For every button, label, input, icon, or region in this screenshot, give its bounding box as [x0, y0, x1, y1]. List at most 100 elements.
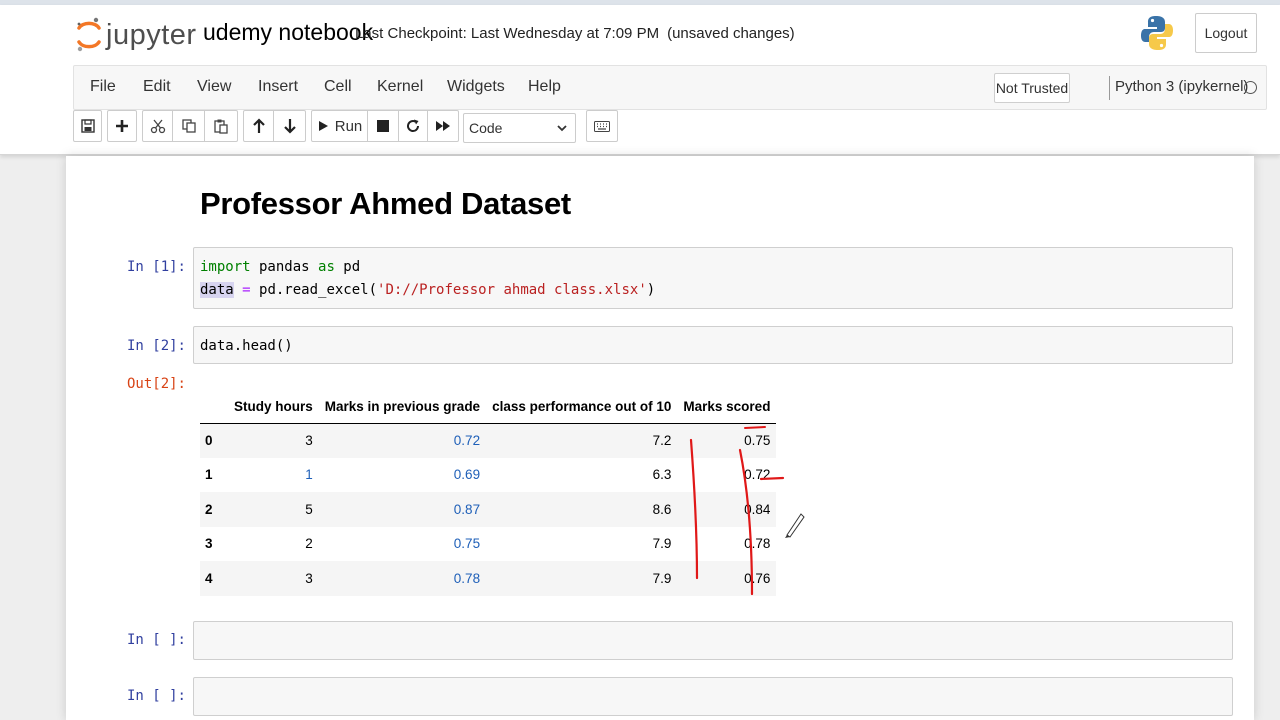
cell-2-prompt: In [2]:: [126, 338, 186, 354]
cell-4-code-input[interactable]: [193, 677, 1233, 716]
index-header: [200, 391, 228, 424]
keyword-import: import: [200, 259, 251, 275]
table-cell: 3: [305, 570, 313, 586]
menu-file[interactable]: File: [90, 78, 116, 96]
cell-type-value: Code: [469, 120, 503, 136]
run-button[interactable]: Run: [311, 110, 368, 142]
keyboard-icon: [594, 120, 610, 132]
plus-icon: [116, 120, 128, 132]
logout-button[interactable]: Logout: [1195, 13, 1257, 53]
menu-cell[interactable]: Cell: [324, 78, 352, 96]
row-index: 1: [205, 467, 213, 483]
table-cell: 0.78: [744, 536, 771, 552]
menu-help[interactable]: Help: [528, 78, 561, 96]
menubar: File Edit View Insert Cell Kernel Widget…: [73, 65, 1267, 110]
menu-insert[interactable]: Insert: [258, 78, 298, 96]
chevron-down-icon: [557, 125, 567, 132]
kernel-idle-indicator-icon: [1244, 81, 1257, 94]
assign-operator: =: [233, 282, 260, 298]
notebook-name[interactable]: udemy notebook: [203, 19, 373, 46]
cell-3-code-input[interactable]: [193, 621, 1233, 660]
column-header: Study hours: [228, 391, 319, 424]
column-header: class performance out of 10: [486, 391, 678, 424]
cell-4-prompt: In [ ]:: [126, 688, 186, 704]
cell-2-output-prompt: Out[2]:: [126, 376, 186, 392]
run-icon: [318, 121, 328, 131]
table-cell: 2: [305, 536, 313, 552]
arrow-down-icon: [283, 119, 296, 134]
row-index: 0: [205, 433, 213, 448]
save-icon: [80, 119, 95, 133]
column-header: Marks in previous grade: [318, 391, 487, 424]
jupyter-logo-icon: [77, 17, 101, 52]
call-close: ): [646, 282, 656, 298]
column-header: Marks scored: [677, 391, 777, 424]
dataframe-output-table: Study hours Marks in previous grade clas…: [200, 391, 777, 596]
menu-edit[interactable]: Edit: [143, 78, 171, 96]
variable-data: data: [200, 282, 234, 298]
move-down-button[interactable]: [274, 110, 306, 142]
cell-1-prompt: In [1]:: [126, 259, 186, 275]
table-cell: 7.9: [652, 536, 672, 552]
save-button[interactable]: [73, 110, 102, 142]
checkpoint-status: Last Checkpoint: Last Wednesday at 7:09 …: [355, 25, 795, 42]
code-line-1: import pandas as pd: [200, 256, 1232, 279]
move-up-button[interactable]: [243, 110, 274, 142]
run-label: Run: [334, 117, 363, 135]
cut-button[interactable]: [142, 110, 173, 142]
restart-icon: [407, 119, 420, 132]
unsaved-changes-text: (unsaved changes): [667, 25, 795, 42]
copy-button[interactable]: [173, 110, 205, 142]
menu-kernel[interactable]: Kernel: [377, 78, 423, 96]
table-row: 2 5 0.87 8.6 0.84: [200, 492, 777, 527]
arrow-up-icon: [252, 118, 265, 133]
restart-run-all-button[interactable]: [428, 110, 459, 142]
cut-icon: [150, 119, 165, 134]
insert-cell-button[interactable]: [107, 110, 137, 142]
interrupt-button[interactable]: [368, 110, 399, 142]
cell-3-prompt: In [ ]:: [126, 632, 186, 648]
table-cell: 0.72: [453, 433, 481, 448]
table-cell: 5: [305, 501, 313, 517]
table-cell: 6.3: [652, 467, 672, 483]
command-palette-button[interactable]: [586, 110, 618, 142]
table-cell: 3: [305, 433, 313, 448]
table-cell: 0.69: [453, 467, 481, 483]
code-line-2: data = pd.read_excel('D://Professor ahma…: [200, 279, 1232, 302]
not-trusted-button[interactable]: Not Trusted: [994, 73, 1070, 103]
jupyter-logo[interactable]: jupyter: [76, 15, 197, 55]
table-cell: 0.84: [744, 501, 771, 517]
kernel-name[interactable]: Python 3 (ipykernel): [1115, 78, 1248, 95]
cell-type-select[interactable]: Code: [463, 113, 576, 143]
cell-2-code: data.head(): [200, 338, 293, 354]
table-row: 0 3 0.72 7.2 0.75: [200, 423, 777, 458]
markdown-heading[interactable]: Professor Ahmed Dataset: [200, 186, 571, 222]
module-name: pandas: [250, 259, 319, 275]
menu-view[interactable]: View: [197, 78, 231, 96]
table-cell: 0.75: [453, 536, 481, 552]
checkpoint-text: Last Checkpoint: Last Wednesday at 7:09 …: [355, 25, 660, 42]
paste-button[interactable]: [205, 110, 238, 142]
row-index: 4: [205, 570, 213, 586]
file-path-string: 'D://Professor ahmad class.xlsx': [377, 282, 647, 298]
keyword-as: as: [318, 259, 335, 275]
kernel-separator: [1109, 76, 1110, 100]
row-index: 3: [205, 536, 213, 552]
copy-icon: [181, 119, 196, 133]
table-cell: 0.72: [744, 467, 771, 483]
cell-2-code-input[interactable]: data.head(): [193, 326, 1233, 364]
logo-text: jupyter: [106, 18, 197, 51]
table-cell: 0.87: [453, 501, 481, 517]
restart-kernel-button[interactable]: [399, 110, 428, 142]
row-index: 2: [205, 501, 213, 517]
table-cell: 0.76: [744, 570, 771, 586]
table-row: 1 1 0.69 6.3 0.72: [200, 458, 776, 493]
menu-widgets[interactable]: Widgets: [447, 78, 505, 96]
table-row: 3 2 0.75 7.9 0.78: [200, 527, 776, 562]
cell-1-code-input[interactable]: import pandas as pd data = pd.read_excel…: [193, 247, 1233, 309]
read-excel-call: pd.read_excel(: [259, 282, 378, 298]
alias-name: pd: [334, 259, 361, 275]
table-cell: 1: [305, 467, 313, 483]
table-cell: 0.78: [453, 570, 481, 586]
fast-forward-icon: [436, 121, 450, 131]
